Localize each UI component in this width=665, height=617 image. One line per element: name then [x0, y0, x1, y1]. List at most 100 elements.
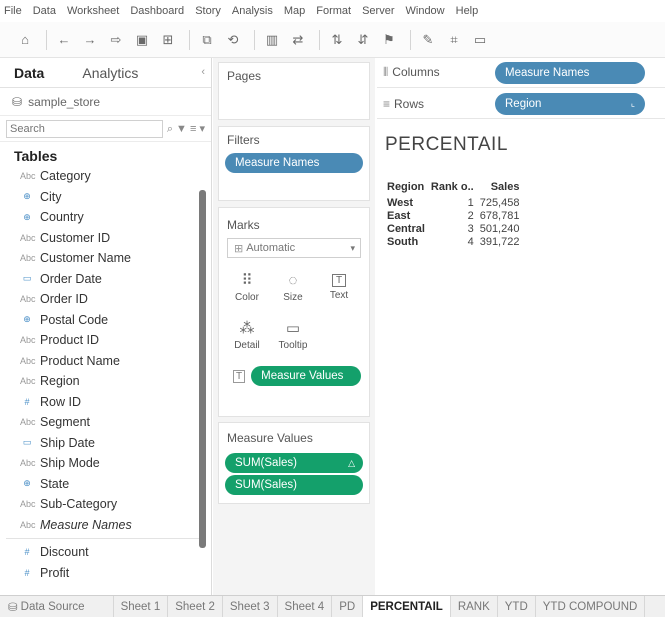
- field-item[interactable]: # Row ID: [0, 392, 211, 413]
- filters-card[interactable]: Filters Measure Names: [218, 126, 370, 201]
- field-item[interactable]: Abc Product ID: [0, 330, 211, 351]
- menu-dashboard[interactable]: Dashboard: [130, 5, 184, 17]
- menu-worksheet[interactable]: Worksheet: [67, 5, 119, 17]
- menu-file[interactable]: File: [4, 5, 22, 17]
- field-name: Measure Names: [40, 517, 132, 532]
- field-item[interactable]: ⊕ Country: [0, 207, 211, 228]
- pages-card[interactable]: Pages: [218, 62, 370, 120]
- present-icon[interactable]: ▭: [469, 29, 491, 51]
- field-item[interactable]: Abc Measure Names: [0, 515, 211, 536]
- sheet-tab[interactable]: Sheet 1: [114, 596, 169, 617]
- measure-value-pill-1[interactable]: SUM(Sales) △: [225, 453, 363, 473]
- cell-sales[interactable]: 678,781: [478, 209, 524, 222]
- menu-analysis[interactable]: Analysis: [232, 5, 273, 17]
- add-datasource-icon[interactable]: ⊞: [157, 29, 179, 51]
- bar-chart-icon[interactable]: ▥: [261, 29, 283, 51]
- field-item[interactable]: Abc Segment: [0, 412, 211, 433]
- field-item[interactable]: # Profit: [0, 563, 211, 584]
- header-rank[interactable]: Rank o..: [429, 180, 478, 196]
- menu-format[interactable]: Format: [316, 5, 351, 17]
- marks-pill-measure-values[interactable]: Measure Values: [251, 366, 362, 386]
- undo-icon[interactable]: ⟲: [222, 29, 244, 51]
- sheet-tab[interactable]: PERCENTAIL: [363, 596, 451, 617]
- field-item[interactable]: Abc Ship Mode: [0, 453, 211, 474]
- color-button[interactable]: ⠿ Color: [227, 266, 267, 308]
- forward-icon[interactable]: →: [79, 29, 101, 51]
- cell-sales[interactable]: 391,722: [478, 235, 524, 248]
- cell-sales[interactable]: 725,458: [478, 196, 524, 209]
- data-pane-scrollbar[interactable]: [199, 190, 206, 548]
- detail-button[interactable]: ⁂ Detail: [227, 314, 267, 356]
- save-icon[interactable]: ▣: [131, 29, 153, 51]
- sheet-tab[interactable]: RANK: [451, 596, 498, 617]
- text-button[interactable]: T Text: [319, 266, 359, 308]
- sheet-tab[interactable]: Sheet 3: [223, 596, 278, 617]
- cell-rank[interactable]: 4: [429, 235, 478, 248]
- field-item[interactable]: ▭ Ship Date: [0, 433, 211, 454]
- back-icon[interactable]: ←: [53, 29, 75, 51]
- tab-analytics[interactable]: Analytics: [58, 65, 152, 81]
- redo-icon[interactable]: ⇨: [105, 29, 127, 51]
- measure-value-pill-2[interactable]: SUM(Sales): [225, 475, 363, 495]
- label-icon[interactable]: ⌗: [443, 29, 465, 51]
- menu-data[interactable]: Data: [33, 5, 56, 17]
- field-item[interactable]: ⊕ City: [0, 187, 211, 208]
- new-sheet-icon[interactable]: ⧉: [196, 29, 218, 51]
- sheet-tab[interactable]: Sheet 4: [278, 596, 333, 617]
- field-item[interactable]: Abc Category: [0, 166, 211, 187]
- size-button[interactable]: ◌ Size: [273, 266, 313, 308]
- cell-region[interactable]: South: [385, 235, 429, 248]
- search-tools-icon[interactable]: ⌕ ▼ ≡ ▾: [167, 122, 205, 136]
- header-sales[interactable]: Sales: [478, 180, 524, 196]
- mark-type-select[interactable]: ⊞ Automatic ▾: [227, 238, 361, 258]
- field-item[interactable]: ▭ Order Date: [0, 269, 211, 290]
- menu-window[interactable]: Window: [406, 5, 445, 17]
- table-row: Central 3 501,240: [385, 222, 523, 235]
- datasource-item[interactable]: ⛁ sample_store: [0, 88, 211, 116]
- columns-pill-measure-names[interactable]: Measure Names: [495, 61, 645, 84]
- highlight-icon[interactable]: ⚑: [378, 29, 400, 51]
- cell-sales[interactable]: 501,240: [478, 222, 524, 235]
- field-item[interactable]: Abc Order ID: [0, 289, 211, 310]
- sheet-tab[interactable]: Sheet 2: [168, 596, 223, 617]
- field-name: Ship Mode: [40, 456, 100, 471]
- swap-icon[interactable]: ⇄: [287, 29, 309, 51]
- rows-pill-region[interactable]: Region ⌞: [495, 92, 645, 115]
- field-item[interactable]: ⊕ State: [0, 474, 211, 495]
- cell-rank[interactable]: 1: [429, 196, 478, 209]
- filter-pill-measure-names[interactable]: Measure Names: [225, 153, 363, 173]
- cell-rank[interactable]: 2: [429, 209, 478, 222]
- tab-data-source[interactable]: ⛁ Data Source: [0, 596, 114, 617]
- header-region[interactable]: Region: [385, 180, 429, 196]
- search-input[interactable]: [6, 119, 163, 138]
- field-item[interactable]: # Discount: [0, 542, 211, 563]
- sheet-tab[interactable]: YTD COMPOUND: [536, 596, 646, 617]
- mark-type-value: Automatic: [246, 242, 296, 254]
- tooltip-button[interactable]: ▭ Tooltip: [273, 314, 313, 356]
- menu-map[interactable]: Map: [284, 5, 305, 17]
- field-item[interactable]: Abc Sub-Category: [0, 494, 211, 515]
- number-type-icon: #: [24, 567, 30, 578]
- field-item[interactable]: Abc Customer Name: [0, 248, 211, 269]
- sort-asc-icon[interactable]: ⇅: [326, 29, 348, 51]
- field-item[interactable]: Abc Customer ID: [0, 228, 211, 249]
- sheet-tab[interactable]: PD: [332, 596, 364, 617]
- cell-region[interactable]: Central: [385, 222, 429, 235]
- menu-server[interactable]: Server: [362, 5, 394, 17]
- menu-help[interactable]: Help: [456, 5, 479, 17]
- collapse-pane-icon[interactable]: ‹: [201, 66, 205, 78]
- columns-shelf: ⦀ Columns Measure Names: [377, 58, 665, 88]
- sheet-tab[interactable]: YTD: [498, 596, 536, 617]
- field-item[interactable]: Abc Product Name: [0, 351, 211, 372]
- field-item[interactable]: Abc Region: [0, 371, 211, 392]
- tab-data[interactable]: Data: [0, 65, 58, 81]
- cell-region[interactable]: West: [385, 196, 429, 209]
- menu-story[interactable]: Story: [195, 5, 221, 17]
- pin-icon[interactable]: ✎: [417, 29, 439, 51]
- sort-desc-icon[interactable]: ⇵: [352, 29, 374, 51]
- cell-region[interactable]: East: [385, 209, 429, 222]
- cell-rank[interactable]: 3: [429, 222, 478, 235]
- home-icon[interactable]: ⌂: [14, 29, 36, 51]
- field-item[interactable]: ⊕ Postal Code: [0, 310, 211, 331]
- geo-type-icon: ⊕: [23, 191, 31, 202]
